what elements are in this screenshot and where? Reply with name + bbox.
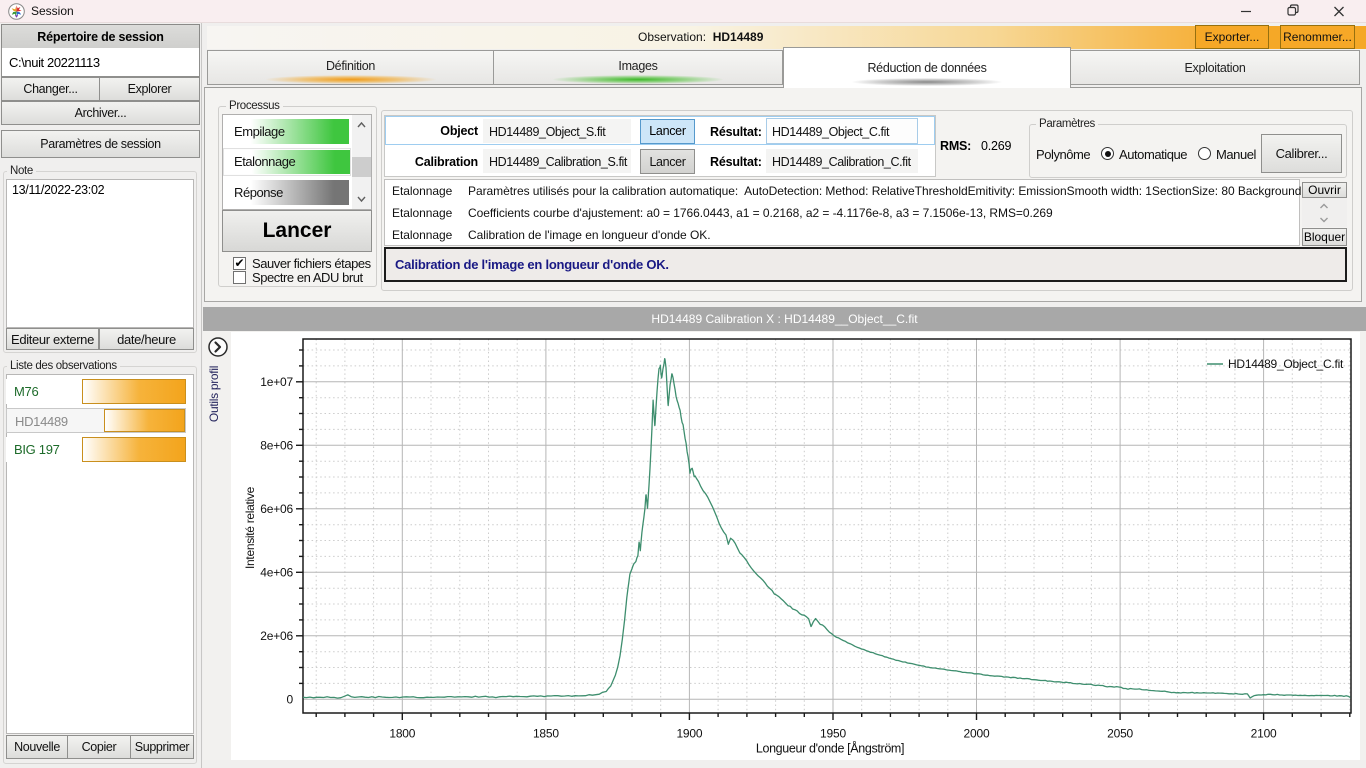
svg-text:Intensité relative: Intensité relative: [243, 486, 257, 569]
svg-text:2050: 2050: [1107, 727, 1133, 741]
svg-text:Longueur d'onde [Ångström]: Longueur d'onde [Ångström]: [756, 741, 904, 756]
svg-text:1950: 1950: [820, 727, 846, 741]
svg-text:6e+06: 6e+06: [260, 502, 293, 516]
svg-text:8e+06: 8e+06: [260, 439, 293, 453]
svg-text:Outils profil: Outils profil: [207, 366, 221, 422]
svg-text:2100: 2100: [1251, 727, 1277, 741]
svg-text:4e+06: 4e+06: [260, 566, 293, 580]
svg-text:0: 0: [287, 693, 294, 707]
svg-text:1900: 1900: [676, 727, 702, 741]
svg-text:2000: 2000: [964, 727, 990, 741]
svg-text:1e+07: 1e+07: [260, 375, 293, 389]
svg-text:2e+06: 2e+06: [260, 629, 293, 643]
svg-text:1800: 1800: [389, 727, 415, 741]
svg-text:1850: 1850: [533, 727, 559, 741]
svg-text:HD14489_Object_C.fit: HD14489_Object_C.fit: [1228, 357, 1344, 371]
